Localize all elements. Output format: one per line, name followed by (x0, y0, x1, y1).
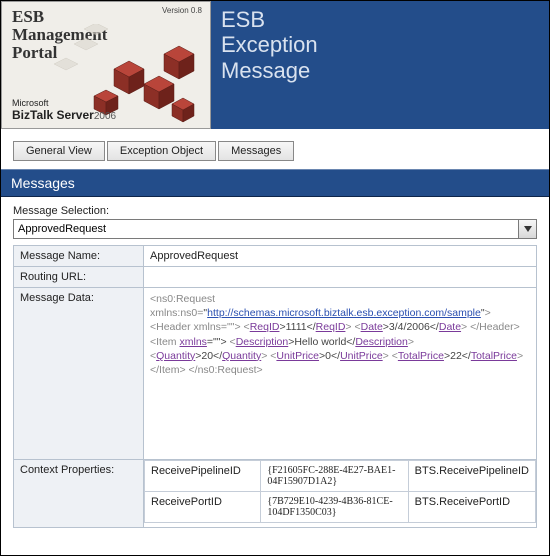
value-message-name: ApprovedRequest (144, 246, 537, 267)
chevron-down-icon (524, 226, 532, 232)
row-message-data: Message Data: <ns0:Request xmlns:ns0="ht… (14, 288, 537, 460)
tab-bar: General View Exception Object Messages (13, 141, 549, 161)
namespace-link[interactable]: http://schemas.microsoft.biztalk.esb.exc… (207, 307, 481, 319)
biztalk-small: Microsoft (12, 98, 49, 108)
context-properties-table: ReceivePipelineID {F21605FC-288E-4E27-BA… (144, 460, 536, 523)
message-selection-input[interactable] (13, 219, 519, 239)
content: Message Selection: Message Name: Approve… (1, 197, 549, 538)
page-title: ESB Exception Message (211, 1, 549, 129)
tab-exception-object[interactable]: Exception Object (107, 141, 216, 161)
portal-title-line2: Management (12, 25, 107, 44)
portal-title-line1: ESB (12, 7, 44, 26)
value-routing-url (144, 267, 537, 288)
context-properties-box[interactable]: ReceivePipelineID {F21605FC-288E-4E27-BA… (144, 460, 536, 526)
section-band: Messages (1, 169, 549, 197)
ctx-row: ReceivePipelineID {F21605FC-288E-4E27-BA… (145, 461, 536, 492)
label-routing-url: Routing URL: (14, 267, 144, 288)
portal-title-line3: Portal (12, 43, 57, 62)
biztalk-branding: Microsoft BizTalk Server2006 (12, 99, 116, 122)
ctx-guid: {F21605FC-288E-4E27-BAE1-04F15907D1A2} (261, 461, 408, 492)
selection-label: Message Selection: (13, 205, 537, 217)
ctx-row: ReceivePortID {7B729E10-4239-4B36-81CE-1… (145, 492, 536, 523)
row-context-properties: Context Properties: ReceivePipelineID {F… (14, 460, 537, 528)
row-message-name: Message Name: ApprovedRequest (14, 246, 537, 267)
header: Version 0.8 ESB Management Portal Micros… (1, 1, 549, 129)
details-table: Message Name: ApprovedRequest Routing UR… (13, 245, 537, 528)
portal-title: ESB Management Portal (12, 8, 202, 62)
biztalk-brand: BizTalk Server (12, 108, 94, 122)
row-routing-url: Routing URL: (14, 267, 537, 288)
message-selection-dropdown-button[interactable] (519, 219, 537, 239)
ctx-name: ReceivePipelineID (145, 461, 261, 492)
tab-general-view[interactable]: General View (13, 141, 105, 161)
label-message-name: Message Name: (14, 246, 144, 267)
tab-messages[interactable]: Messages (218, 141, 294, 161)
message-data-box[interactable]: <ns0:Request xmlns:ns0="http://schemas.m… (144, 288, 536, 456)
ctx-name: ReceivePortID (145, 492, 261, 523)
label-message-data: Message Data: (14, 288, 144, 460)
ctx-bts: BTS.ReceivePortID (408, 492, 535, 523)
ctx-guid: {7B729E10-4239-4B36-81CE-104DF1350C03} (261, 492, 408, 523)
biztalk-year: 2006 (94, 111, 116, 122)
logo-block: Version 0.8 ESB Management Portal Micros… (1, 1, 211, 129)
ctx-bts: BTS.ReceivePipelineID (408, 461, 535, 492)
version-label: Version 0.8 (162, 6, 202, 15)
label-context-properties: Context Properties: (14, 460, 144, 528)
